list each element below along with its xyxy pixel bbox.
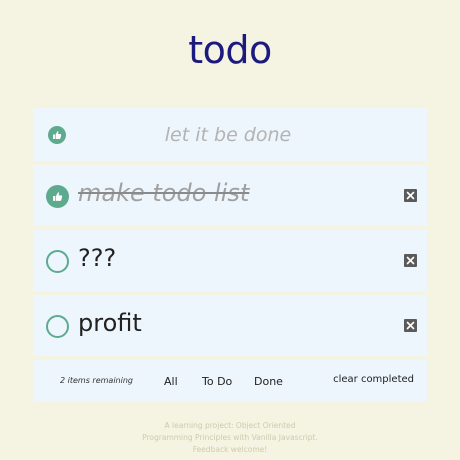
filter-todo[interactable]: To Do	[202, 375, 232, 388]
filter-all[interactable]: All	[164, 375, 178, 388]
items-remaining-count: 2 items remaining	[60, 376, 133, 385]
todo-label[interactable]: make todo list	[78, 179, 249, 207]
new-todo-input[interactable]	[93, 122, 363, 148]
complete-toggle[interactable]	[46, 250, 69, 273]
page-title: todo	[188, 28, 272, 72]
todo-label[interactable]: ???	[78, 244, 116, 272]
todo-item[interactable]: ???	[33, 230, 427, 291]
todo-item[interactable]: make todo list	[33, 165, 427, 226]
todo-item[interactable]: profit	[33, 295, 427, 356]
toggle-all-button[interactable]	[48, 126, 66, 144]
close-icon	[406, 321, 415, 330]
thumbs-up-icon	[53, 192, 63, 201]
delete-button[interactable]	[404, 319, 417, 332]
todo-label[interactable]: profit	[78, 309, 142, 337]
complete-toggle[interactable]	[46, 315, 69, 338]
todo-app: todo make todo list	[0, 0, 460, 460]
complete-toggle[interactable]	[46, 185, 69, 208]
clear-completed-button[interactable]: clear completed	[333, 374, 414, 385]
info-footer: A learning project: Object Oriented Prog…	[142, 421, 318, 454]
todo-footer: 2 items remaining All To Do Done clear c…	[33, 360, 427, 401]
thumbs-up-icon	[53, 131, 62, 139]
new-todo-row	[33, 108, 427, 161]
delete-button[interactable]	[404, 189, 417, 202]
delete-button[interactable]	[404, 254, 417, 267]
close-icon	[406, 191, 415, 200]
close-icon	[406, 256, 415, 265]
todo-panel: make todo list ??? profit	[33, 108, 427, 404]
filter-done[interactable]: Done	[254, 375, 283, 388]
